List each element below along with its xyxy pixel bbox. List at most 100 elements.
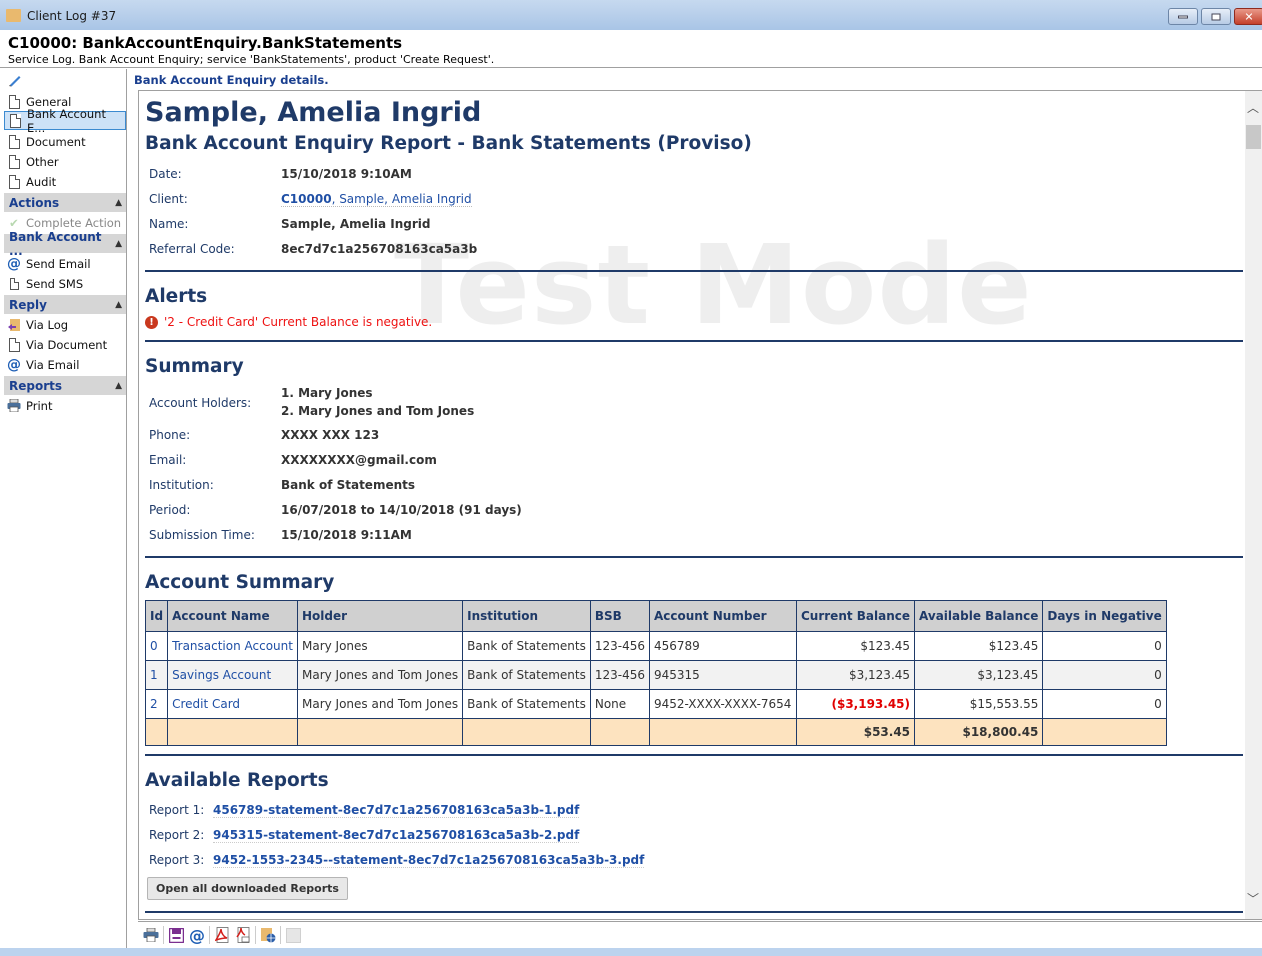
column-header-available-balance[interactable]: Available Balance — [914, 600, 1044, 632]
client-link-name: , Sample, Amelia Ingrid — [331, 192, 472, 206]
alert-text: '2 - Credit Card' Current Balance is neg… — [164, 315, 433, 329]
web-export-icon[interactable] — [259, 926, 277, 944]
column-header-days-negative[interactable]: Days in Negative — [1042, 600, 1167, 632]
available-balance-cell: $3,123.45 — [914, 660, 1044, 690]
account-id-link[interactable]: 1 — [144, 660, 169, 690]
error-icon: ! — [145, 315, 158, 329]
at-icon: @ — [7, 255, 21, 272]
bsb-cell: 123-456 — [589, 660, 651, 690]
printer-icon[interactable] — [142, 926, 160, 944]
close-button[interactable]: ✕ — [1234, 8, 1262, 25]
column-header-holder[interactable]: Holder — [296, 600, 464, 632]
section-reply-header[interactable]: Reply ▲ — [4, 295, 126, 314]
pencil-icon[interactable] — [8, 73, 22, 87]
document-icon — [7, 94, 21, 109]
report-title: Bank Account Enquiry Report - Bank State… — [145, 133, 752, 154]
sidebar-item-bank-account-enquiry[interactable]: Bank Account E... — [4, 107, 126, 135]
client-link[interactable]: C10000, Sample, Amelia Ingrid — [281, 192, 472, 207]
alert-item: ! '2 - Credit Card' Current Balance is n… — [145, 315, 432, 329]
report-file-link[interactable]: 456789-statement-8ec7d7c1a256708163ca5a3… — [213, 803, 580, 818]
referral-label: Referral Code: — [149, 242, 235, 256]
column-header-account-number[interactable]: Account Number — [649, 600, 797, 632]
chevron-down-icon[interactable]: ﹀ — [1247, 890, 1259, 907]
name-label: Name: — [149, 217, 189, 231]
empty-cell — [589, 718, 651, 746]
current-balance-cell-negative: ($3,193.45) — [795, 689, 916, 719]
chevron-up-icon: ▲ — [115, 380, 122, 391]
window-titlebar: Client Log #37 ✕ — [0, 0, 1262, 30]
account-id-link[interactable]: 0 — [144, 631, 169, 661]
content-label: Bank Account Enquiry details. — [134, 73, 329, 87]
send-email-button[interactable]: @ Send Email — [4, 254, 126, 273]
report-file-link[interactable]: 9452-1553-2345--statement-8ec7d7c1a25670… — [213, 853, 645, 868]
reply-via-document-button[interactable]: Via Document — [4, 335, 126, 354]
submission-value: 15/10/2018 9:11AM — [281, 528, 412, 542]
chevron-up-icon[interactable]: ︿ — [1247, 99, 1259, 116]
days-negative-cell: 0 — [1042, 660, 1167, 690]
account-name-link[interactable]: Savings Account — [167, 660, 298, 690]
total-current-balance: $53.45 — [795, 718, 916, 746]
sidebar: General Bank Account E... Document Other… — [0, 69, 127, 956]
minimize-button[interactable] — [1168, 8, 1198, 25]
client-label: Client: — [149, 192, 188, 206]
email-icon[interactable]: @ — [188, 926, 206, 945]
reply-via-email-button[interactable]: @ Via Email — [4, 355, 126, 374]
document-icon — [8, 113, 22, 128]
reply-via-log-button[interactable]: Via Log — [4, 315, 126, 334]
account-summary-heading: Account Summary — [145, 572, 335, 593]
column-header-id[interactable]: Id — [144, 600, 169, 632]
phone-label: Phone: — [149, 428, 191, 442]
days-negative-cell: 0 — [1042, 689, 1167, 719]
scrollbar-thumb[interactable] — [1246, 125, 1261, 149]
section-bank-account-header[interactable]: Bank Account ... ▲ — [4, 230, 126, 258]
maximize-button[interactable] — [1201, 8, 1231, 25]
close-icon: ✕ — [1244, 10, 1254, 23]
pdf-email-icon[interactable] — [234, 926, 252, 944]
report-file-link[interactable]: 945315-statement-8ec7d7c1a256708163ca5a3… — [213, 828, 580, 843]
pdf-icon[interactable] — [213, 926, 231, 944]
document-icon — [7, 154, 21, 169]
client-name-heading: Sample, Amelia Ingrid — [145, 97, 482, 128]
open-all-reports-button[interactable]: Open all downloaded Reports — [147, 877, 348, 900]
bsb-cell: None — [589, 689, 651, 719]
account-number-cell: 9452-XXXX-XXXX-7654 — [649, 689, 797, 719]
account-holders-label: Account Holders: — [149, 396, 252, 410]
chevron-up-icon: ▲ — [115, 238, 122, 249]
column-header-bsb[interactable]: BSB — [589, 600, 651, 632]
sidebar-item-label: Bank Account E... — [27, 106, 106, 135]
account-name-link[interactable]: Transaction Account — [167, 631, 298, 661]
bsb-cell: 123-456 — [589, 631, 651, 661]
current-balance-cell: $3,123.45 — [795, 660, 916, 690]
available-balance-cell: $15,553.55 — [914, 689, 1044, 719]
save-icon[interactable] — [167, 926, 185, 944]
client-value: C10000, Sample, Amelia Ingrid — [281, 192, 472, 207]
section-reports-header[interactable]: Reports ▲ — [4, 376, 126, 395]
sidebar-item-label: Send Email — [26, 256, 91, 271]
account-name-link[interactable]: Credit Card — [167, 689, 298, 719]
sidebar-item-document[interactable]: Document — [4, 132, 126, 151]
table-row: 2 Credit Card Mary Jones and Tom Jones B… — [144, 689, 1167, 719]
sidebar-item-label: Other — [26, 154, 59, 169]
sidebar-item-audit[interactable]: Audit — [4, 172, 126, 191]
sidebar-item-other[interactable]: Other — [4, 152, 126, 171]
empty-cell — [167, 718, 298, 746]
column-header-institution[interactable]: Institution — [462, 600, 591, 632]
divider — [145, 911, 1243, 913]
report-label: Report 1: — [149, 803, 205, 817]
account-id-link[interactable]: 2 — [144, 689, 169, 719]
institution-cell: Bank of Statements — [462, 689, 591, 719]
send-sms-button[interactable]: Send SMS — [4, 274, 126, 293]
column-header-current-balance[interactable]: Current Balance — [795, 600, 916, 632]
report-toolbar: @ — [138, 921, 1262, 948]
institution-value: Bank of Statements — [281, 478, 416, 492]
institution-label: Institution: — [149, 478, 214, 492]
days-negative-cell: 0 — [1042, 631, 1167, 661]
toolbar-separator — [280, 926, 281, 944]
vertical-scrollbar[interactable]: ︿ ﹀ — [1245, 91, 1262, 919]
column-header-account-name[interactable]: Account Name — [167, 600, 298, 632]
section-title: Reply — [9, 297, 47, 312]
blank-icon[interactable] — [284, 926, 302, 944]
total-available-balance: $18,800.45 — [914, 718, 1044, 746]
print-button[interactable]: Print — [4, 396, 126, 415]
section-actions-header[interactable]: Actions ▲ — [4, 193, 126, 212]
